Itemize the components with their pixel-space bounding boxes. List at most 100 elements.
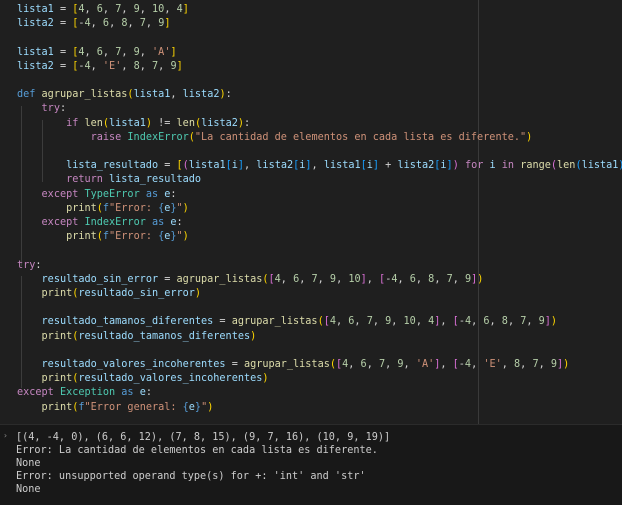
code-token: : [59, 103, 67, 115]
code-token: , [348, 359, 361, 370]
code-token: 'A' [152, 46, 171, 58]
code-token: , [415, 273, 429, 285]
code-token: , [366, 273, 380, 285]
code-token: "Error: [109, 202, 159, 214]
code-token: lista1 [133, 89, 171, 101]
code-token: resultado_valores_incoherentes [41, 359, 226, 370]
code-token: ] [164, 18, 171, 30]
code-token: 'E' [102, 60, 122, 72]
output-panel[interactable]: › [(4, -4, 0), (6, 6, 12), (7, 8, 15), (… [0, 424, 622, 505]
code-token: , [244, 160, 257, 172]
code-token: for [464, 160, 484, 172]
code-token: lista1 [323, 160, 361, 172]
code-token: agrupar_listas [176, 273, 263, 285]
code-token: , [121, 60, 134, 72]
code-token: : [244, 117, 251, 129]
code-token: ] [170, 46, 177, 58]
output-line: [(4, -4, 0), (6, 6, 12), (7, 8, 15), (9,… [16, 432, 391, 443]
code-line[interactable]: raise IndexError("La cantidad de element… [17, 131, 533, 145]
code-line[interactable]: def agrupar_listas(lista1, lista2): [17, 88, 232, 102]
code-token: agrupar_listas [243, 359, 330, 370]
code-token: , [109, 18, 122, 30]
code-token: = [213, 316, 232, 328]
code-line[interactable]: lista1 = [4, 6, 7, 9, 10, 4] [17, 3, 189, 17]
code-token: , [440, 359, 453, 370]
code-line[interactable]: print(resultado_tamanos_diferentes) [17, 330, 257, 344]
code-line[interactable]: lista2 = [-4, 6, 8, 7, 9] [17, 17, 170, 31]
code-token: range [520, 160, 551, 172]
code-line[interactable]: if len(lista1) != len(lista2): [17, 117, 250, 131]
code-token: print [41, 288, 73, 299]
code-token: , [538, 359, 551, 370]
code-token: try [41, 103, 60, 115]
code-token: , [336, 316, 349, 328]
code-line[interactable]: lista2 = [-4, 'E', 8, 7, 9] [17, 60, 183, 74]
code-token: , [471, 316, 484, 328]
code-line[interactable]: resultado_valores_incoherentes = agrupar… [17, 358, 570, 372]
code-token: ) [618, 160, 622, 171]
code-token: , [489, 316, 502, 328]
code-line[interactable]: try: [17, 102, 67, 116]
code-token: lista_resultado [66, 160, 159, 172]
code-line[interactable]: return lista_resultado [17, 173, 201, 187]
code-line[interactable]: print(f"Error: {e}") [17, 230, 189, 244]
code-token: lista_resultado [109, 174, 202, 186]
code-token: lista1 [581, 160, 619, 172]
code-token: , [440, 316, 453, 328]
code-token: : [35, 259, 42, 271]
code-line[interactable]: print(f"Error: {e}") [17, 202, 189, 216]
code-line[interactable]: lista_resultado = [(lista1[i], lista2[i]… [17, 159, 622, 173]
code-token: != [152, 117, 177, 129]
code-token: as [151, 217, 165, 228]
code-token: = [53, 18, 73, 30]
code-token: , [501, 359, 515, 370]
code-token: lista2 [17, 18, 54, 30]
code-line[interactable]: except Exception as e: [17, 386, 152, 400]
code-token: , [121, 4, 134, 15]
code-line[interactable]: lista1 = [4, 6, 7, 9, 'A'] [17, 46, 177, 60]
code-editor[interactable]: lista1 = [4, 6, 7, 9, 10, 4] lista2 = [-4… [0, 0, 622, 424]
code-token: lista2 [201, 117, 238, 129]
code-token: return [66, 174, 103, 186]
code-token: , [102, 46, 116, 58]
code-token: as [121, 387, 134, 399]
code-token: , [170, 89, 183, 101]
code-token: ) [182, 202, 189, 214]
output-line: Error: unsupported operand type(s) for +… [16, 471, 366, 482]
code-token: , [434, 273, 447, 285]
code-line[interactable]: resultado_tamanos_diferentes = agrupar_l… [17, 315, 558, 329]
code-token: = [53, 4, 73, 15]
code-token: : [145, 387, 152, 399]
code-token: print [66, 202, 97, 214]
code-token: ) [250, 330, 257, 342]
chevron-right-icon: › [3, 431, 8, 440]
code-token: : [170, 188, 177, 200]
code-token: , [317, 273, 330, 285]
code-token: , [526, 316, 539, 328]
code-token: , [520, 359, 533, 370]
code-token: = [225, 359, 244, 370]
code-line[interactable]: resultado_sin_error = agrupar_listas([4,… [17, 273, 484, 287]
code-line[interactable]: print(resultado_sin_error) [17, 287, 202, 301]
code-token: 10 [403, 316, 416, 328]
code-token: resultado_tamanos_diferentes [41, 316, 214, 328]
code-token: "Error: [109, 231, 159, 243]
code-line[interactable]: except IndexError as e: [17, 216, 183, 230]
code-line[interactable]: except TypeError as e: [17, 188, 177, 202]
code-line[interactable]: print(resultado_valores_incoherentes) [17, 372, 269, 386]
code-line[interactable]: try: [17, 259, 42, 273]
code-token: except [17, 387, 54, 399]
code-token: , [391, 316, 404, 328]
code-line[interactable]: print(f"Error general: {e}") [17, 401, 214, 415]
code-token: resultado_tamanos_diferentes [78, 330, 251, 342]
code-token: , [280, 273, 294, 285]
code-token: resultado_sin_error [78, 288, 195, 299]
